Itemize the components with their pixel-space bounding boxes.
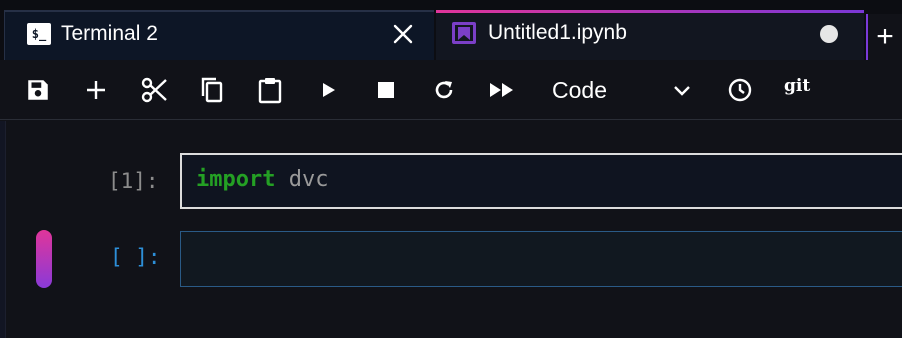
cut-button[interactable] xyxy=(138,74,170,106)
code-cell-input[interactable]: import dvc xyxy=(180,153,902,209)
terminal-icon: $_ xyxy=(27,23,51,45)
notebook-left-gutter xyxy=(0,121,6,338)
stop-icon xyxy=(378,82,394,98)
notebook-toolbar: Code git xyxy=(0,60,902,120)
chevron-down-icon xyxy=(674,86,690,96)
code-line: import dvc xyxy=(196,167,328,192)
run-icon xyxy=(323,83,335,97)
insert-cell-button[interactable] xyxy=(80,74,112,106)
tab-label: Untitled1.ipynb xyxy=(488,21,627,44)
paste-icon xyxy=(258,78,282,104)
unsaved-indicator-icon[interactable] xyxy=(820,25,838,43)
kernel-history-button[interactable] xyxy=(724,74,756,106)
restart-button[interactable] xyxy=(428,74,460,106)
plus-icon: + xyxy=(876,20,894,53)
save-icon xyxy=(28,80,48,100)
code-cell-input[interactable] xyxy=(180,231,902,287)
tab-notebook[interactable]: Untitled1.ipynb xyxy=(436,10,864,60)
tab-terminal[interactable]: $_ Terminal 2 xyxy=(4,10,434,60)
restart-run-all-button[interactable] xyxy=(486,74,518,106)
save-button[interactable] xyxy=(22,74,54,106)
copy-button[interactable] xyxy=(196,74,228,106)
run-all-icon xyxy=(490,83,513,97)
cell-type-dropdown[interactable]: Code xyxy=(548,72,698,108)
tab-bar: $_ Terminal 2 Untitled1.ipynb + xyxy=(0,0,902,60)
restart-icon xyxy=(435,81,453,99)
copy-icon xyxy=(201,77,223,103)
run-button[interactable] xyxy=(312,74,344,106)
cell-type-value: Code xyxy=(552,77,607,103)
add-icon xyxy=(87,81,105,99)
notebook-icon xyxy=(452,22,476,44)
cell-prompt: [ ]: xyxy=(110,245,161,269)
cell-prompt: [1]: xyxy=(108,169,159,193)
cut-icon xyxy=(141,77,167,103)
notebook-panel: [1]: import dvc [ ]: xyxy=(0,121,902,338)
jupyterlab-window: $_ Terminal 2 Untitled1.ipynb + Code git… xyxy=(0,0,902,338)
new-launcher-button[interactable]: + xyxy=(866,14,902,60)
tab-label: Terminal 2 xyxy=(61,22,158,45)
code-name: dvc xyxy=(288,167,329,192)
paste-button[interactable] xyxy=(254,74,286,106)
code-keyword: import xyxy=(196,167,276,192)
active-cell-indicator xyxy=(36,230,52,288)
close-icon[interactable] xyxy=(391,22,415,46)
git-button[interactable]: git xyxy=(784,76,810,96)
interrupt-button[interactable] xyxy=(370,74,402,106)
clock-icon xyxy=(728,78,752,102)
